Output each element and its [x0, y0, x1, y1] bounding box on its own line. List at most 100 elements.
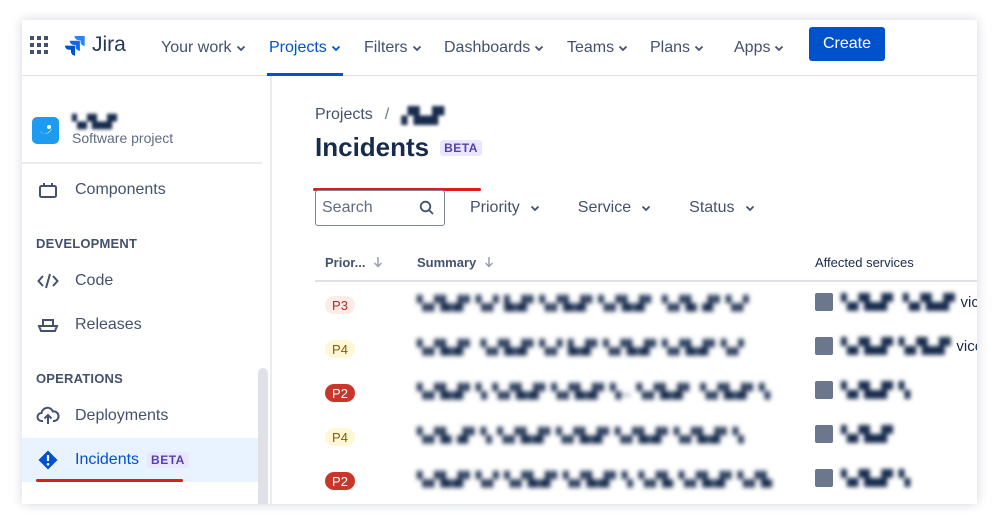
chevron-down-icon — [530, 205, 539, 212]
table-row[interactable]: P3 ▚▞▙▟▘▚▞ ▙▟▘▚▞▙▟▘▚▞▙▟▘ ▚▞▙ ▟▘▚▞ ▚▞▙▟▘ … — [315, 282, 977, 326]
filter-label: Priority — [470, 199, 520, 216]
table-row[interactable]: P4 ▚▞▙▟▘ ▚▞▙▟▘▚▞ ▙▟▘▚▞▙▟▘▚▞▙▟▘▚▞ ▚▞▙▟▘▚▞… — [315, 326, 977, 370]
incident-summary[interactable]: ▚▞▙▟▘▚▞ ▙▟▘▚▞▙▟▘▚▞▙▟▘ ▚▞▙ ▟▘▚▞ — [417, 295, 749, 312]
service-icon — [815, 425, 833, 443]
sidebar-item-label: Code — [75, 272, 114, 289]
breadcrumb-projects[interactable]: Projects — [315, 106, 373, 126]
sidebar-item-components[interactable]: Components — [22, 168, 258, 212]
priority-badge: P2 — [325, 472, 355, 490]
sidebar-divider — [22, 162, 262, 164]
incident-summary[interactable]: ▚▞▙▟▘▚ ▚▞▙▟▘▚▞▙▟▘▚.. ▚▞▙▟▘ ▚▞▙▟▘▚ — [417, 383, 771, 400]
sidebar-item-code[interactable]: Code — [22, 259, 258, 303]
project-sidebar: ▚▞▙▟▘ Software project Components DEVELO… — [22, 76, 272, 504]
priority-badge: P4 — [325, 340, 355, 358]
app-switcher-icon[interactable] — [30, 36, 48, 54]
incident-alert-icon — [36, 448, 60, 472]
column-affected-services[interactable]: Affected services — [815, 255, 914, 270]
affected-service[interactable]: ▚▞▙▟▘ ▚▞▙▟▘vice — [815, 293, 977, 311]
affected-service[interactable]: ▚▞▙▟▘▚▞▙▟▘vice — [815, 337, 977, 355]
annotation-underline — [36, 479, 183, 482]
table-header: Prior... Summary Affected services — [315, 244, 977, 282]
sidebar-item-deployments[interactable]: Deployments — [22, 394, 258, 438]
chevron-down-icon — [412, 45, 421, 52]
service-name: ▚▞▙▟▘▚▞▙▟▘ — [841, 338, 957, 355]
nav-filters[interactable]: Filters — [364, 20, 422, 76]
section-operations: OPERATIONS — [36, 371, 123, 386]
service-name-suffix: vice — [960, 294, 977, 311]
sidebar-item-incidents[interactable]: Incidents BETA — [22, 438, 258, 482]
breadcrumb-project[interactable]: ▞▙▟▘ — [401, 106, 450, 126]
breadcrumb-separator: / — [384, 106, 390, 123]
search-input[interactable]: Search — [315, 190, 445, 226]
sidebar-item-label: Incidents — [75, 451, 140, 468]
service-icon — [815, 337, 833, 355]
project-type: Software project — [72, 130, 174, 146]
table-row[interactable]: P4 ▚▞▙ ▟▘▚ ▚▞▙▟▘▚▞▙▟▘▚▞▙▟▘▚▞▙▟▘▚ ▚▞▙▟▘ — [315, 414, 977, 458]
priority-badge: P2 — [325, 384, 355, 402]
nav-apps[interactable]: Apps — [734, 20, 784, 76]
column-label: Summary — [417, 254, 477, 270]
cloud-upload-icon — [36, 404, 60, 428]
affected-service[interactable]: ▚▞▙▟▘▚ — [815, 381, 910, 399]
affected-service[interactable]: ▚▞▙▟▘▚ — [815, 469, 910, 487]
chevron-down-icon — [775, 45, 784, 52]
releases-ship-icon — [36, 313, 60, 337]
incident-summary[interactable]: ▚▞▙ ▟▘▚ ▚▞▙▟▘▚▞▙▟▘▚▞▙▟▘▚▞▙▟▘▚ — [417, 427, 744, 444]
chevron-down-icon — [694, 45, 704, 52]
service-icon — [815, 469, 833, 487]
beta-badge: BETA — [147, 452, 189, 468]
nav-projects[interactable]: Projects — [267, 20, 343, 76]
incident-summary[interactable]: ▚▞▙▟▘▚▞ ▚▞▙▟▘▚▞▙▟▘▚ ▚▞▙ ▚▞▙▟▘▚▞▙ — [417, 471, 773, 488]
nav-label: Plans — [650, 39, 691, 56]
service-name: ▚▞▙▟▘▚ — [841, 470, 911, 487]
app-window: Jira Your work Projects Filters Dashboar… — [22, 20, 977, 504]
sort-arrow-icon — [374, 257, 383, 268]
chevron-down-icon — [236, 45, 245, 52]
components-icon — [36, 178, 60, 202]
page-title-text: Incidents — [315, 132, 430, 162]
sidebar-item-label: Deployments — [75, 407, 169, 424]
column-summary[interactable]: Summary — [417, 255, 494, 270]
nav-label: Teams — [567, 39, 615, 56]
jira-logo[interactable]: Jira — [64, 33, 126, 57]
project-avatar — [32, 116, 59, 144]
incident-summary[interactable]: ▚▞▙▟▘ ▚▞▙▟▘▚▞ ▙▟▘▚▞▙▟▘▚▞▙▟▘▚▞ — [417, 339, 744, 356]
beta-badge: BETA — [440, 139, 482, 156]
service-name: ▚▞▙▟▘ — [841, 426, 899, 443]
sidebar-item-releases[interactable]: Releases — [22, 303, 258, 347]
project-header[interactable]: ▚▞▙▟▘ Software project — [32, 114, 173, 146]
priority-badge: P3 — [325, 296, 355, 314]
table-row[interactable]: P2 ▚▞▙▟▘▚▞ ▚▞▙▟▘▚▞▙▟▘▚ ▚▞▙ ▚▞▙▟▘▚▞▙ ▚▞▙▟… — [315, 458, 977, 502]
project-name: ▚▞▙▟▘ — [72, 114, 122, 129]
sort-arrow-icon — [485, 257, 494, 268]
jira-logo-icon — [64, 36, 85, 56]
nav-dashboards[interactable]: Dashboards — [444, 20, 544, 76]
chevron-down-icon — [745, 205, 754, 212]
sidebar-item-label: Releases — [75, 316, 142, 333]
page-title: Incidents BETA — [315, 132, 482, 163]
service-filter[interactable]: Service — [578, 190, 651, 226]
code-icon — [36, 269, 60, 293]
sidebar-item-label: Components — [75, 181, 166, 198]
status-filter[interactable]: Status — [689, 190, 754, 226]
create-button[interactable]: Create — [809, 27, 885, 61]
nav-label: Filters — [364, 39, 408, 56]
service-name: ▚▞▙▟▘▚ — [841, 382, 911, 399]
column-label: Prior... — [325, 254, 366, 270]
sidebar-scrollbar[interactable] — [258, 368, 268, 504]
nav-label: Apps — [734, 39, 771, 56]
nav-your-work[interactable]: Your work — [161, 20, 246, 76]
nav-plans[interactable]: Plans — [650, 20, 704, 76]
column-priority[interactable]: Prior... — [325, 255, 383, 270]
breadcrumb: Projects / ▞▙▟▘ — [315, 106, 450, 126]
service-icon — [815, 381, 833, 399]
chevron-down-icon — [642, 205, 651, 212]
priority-filter[interactable]: Priority — [470, 190, 540, 226]
service-name-suffix: vice — [956, 338, 977, 355]
filter-label: Service — [577, 199, 632, 216]
nav-teams[interactable]: Teams — [567, 20, 628, 76]
table-row[interactable]: P2 ▚▞▙▟▘▚ ▚▞▙▟▘▚▞▙▟▘▚.. ▚▞▙▟▘ ▚▞▙▟▘▚ ▚▞▙… — [315, 370, 977, 414]
project-avatar-icon — [39, 125, 52, 134]
column-label: Affected services — [815, 254, 914, 270]
affected-service[interactable]: ▚▞▙▟▘ — [815, 425, 899, 443]
